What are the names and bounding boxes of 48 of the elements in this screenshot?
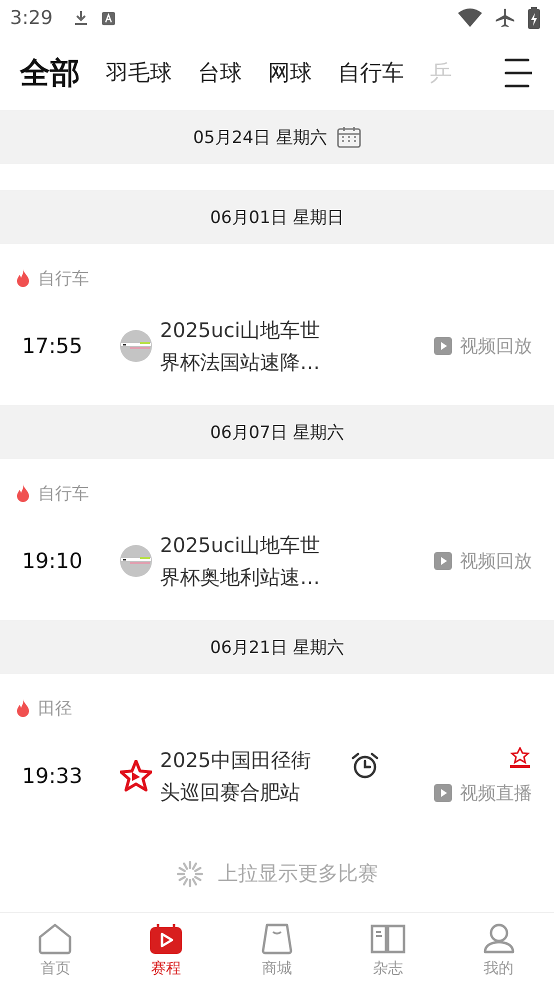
status-time: 3:29: [10, 7, 53, 29]
sport-tab[interactable]: 全部: [20, 52, 80, 94]
event-time: 17:55: [21, 334, 84, 358]
sport-label: 自行车: [38, 268, 89, 290]
flame-icon: [16, 699, 30, 717]
date-label: 06月21日 星期六: [210, 636, 344, 658]
person-icon: [482, 923, 516, 955]
date-label: 06月07日 星期六: [210, 422, 344, 444]
load-more-text: 上拉显示更多比赛: [218, 860, 378, 887]
event-title[interactable]: 2025中国田径街头巡回赛合肥站: [160, 744, 330, 808]
wifi-icon: [458, 8, 482, 28]
sport-label: 田径: [38, 698, 72, 720]
menu-icon[interactable]: [504, 58, 532, 88]
airplane-icon: [494, 7, 516, 29]
sport-tab[interactable]: 台球: [198, 58, 242, 88]
sport-tab[interactable]: 自行车: [338, 58, 404, 88]
event-logo-icon: [120, 330, 152, 362]
play-icon: [434, 337, 452, 355]
event-row[interactable]: 19:33 2025中国田径街头巡回赛合肥站 视频直播: [16, 740, 532, 812]
date-label: 05月24日 星期六: [193, 126, 327, 148]
bag-icon: [260, 923, 294, 955]
emblem-icon: [508, 747, 532, 771]
date-label: 06月01日 星期日: [210, 206, 344, 228]
play-icon: [434, 784, 452, 802]
nav-tab[interactable]: 赛程: [110, 913, 222, 984]
event-row[interactable]: 17:55 2025uci山地车世界杯法国站速降… 视频回放: [16, 310, 532, 382]
play-icon: [434, 552, 452, 570]
download-icon: [72, 10, 89, 26]
calendar-icon[interactable]: [336, 126, 361, 148]
event-time: 19:10: [21, 549, 84, 573]
sport-label: 自行车: [38, 482, 89, 504]
event-title[interactable]: 2025uci山地车世界杯法国站速降…: [160, 314, 330, 378]
notification-icon: [100, 10, 116, 26]
play-calendar-icon: [149, 923, 184, 955]
flame-icon: [16, 269, 30, 287]
battery-icon: [528, 7, 540, 29]
book-icon: [370, 923, 406, 955]
event-time: 19:33: [21, 764, 84, 788]
event-logo-icon: [120, 545, 152, 577]
loading-spinner-icon: [176, 860, 204, 888]
star-logo-icon: [120, 760, 152, 792]
event-row[interactable]: 19:10 2025uci山地车世界杯奥地利站速… 视频回放: [16, 525, 532, 597]
sport-tab[interactable]: 网球: [268, 58, 312, 88]
event-title[interactable]: 2025uci山地车世界杯奥地利站速…: [160, 529, 330, 593]
sport-tab[interactable]: 羽毛球: [106, 58, 172, 88]
flame-icon: [16, 484, 30, 502]
home-icon: [38, 923, 72, 955]
alarm-clock-icon[interactable]: [351, 752, 379, 780]
